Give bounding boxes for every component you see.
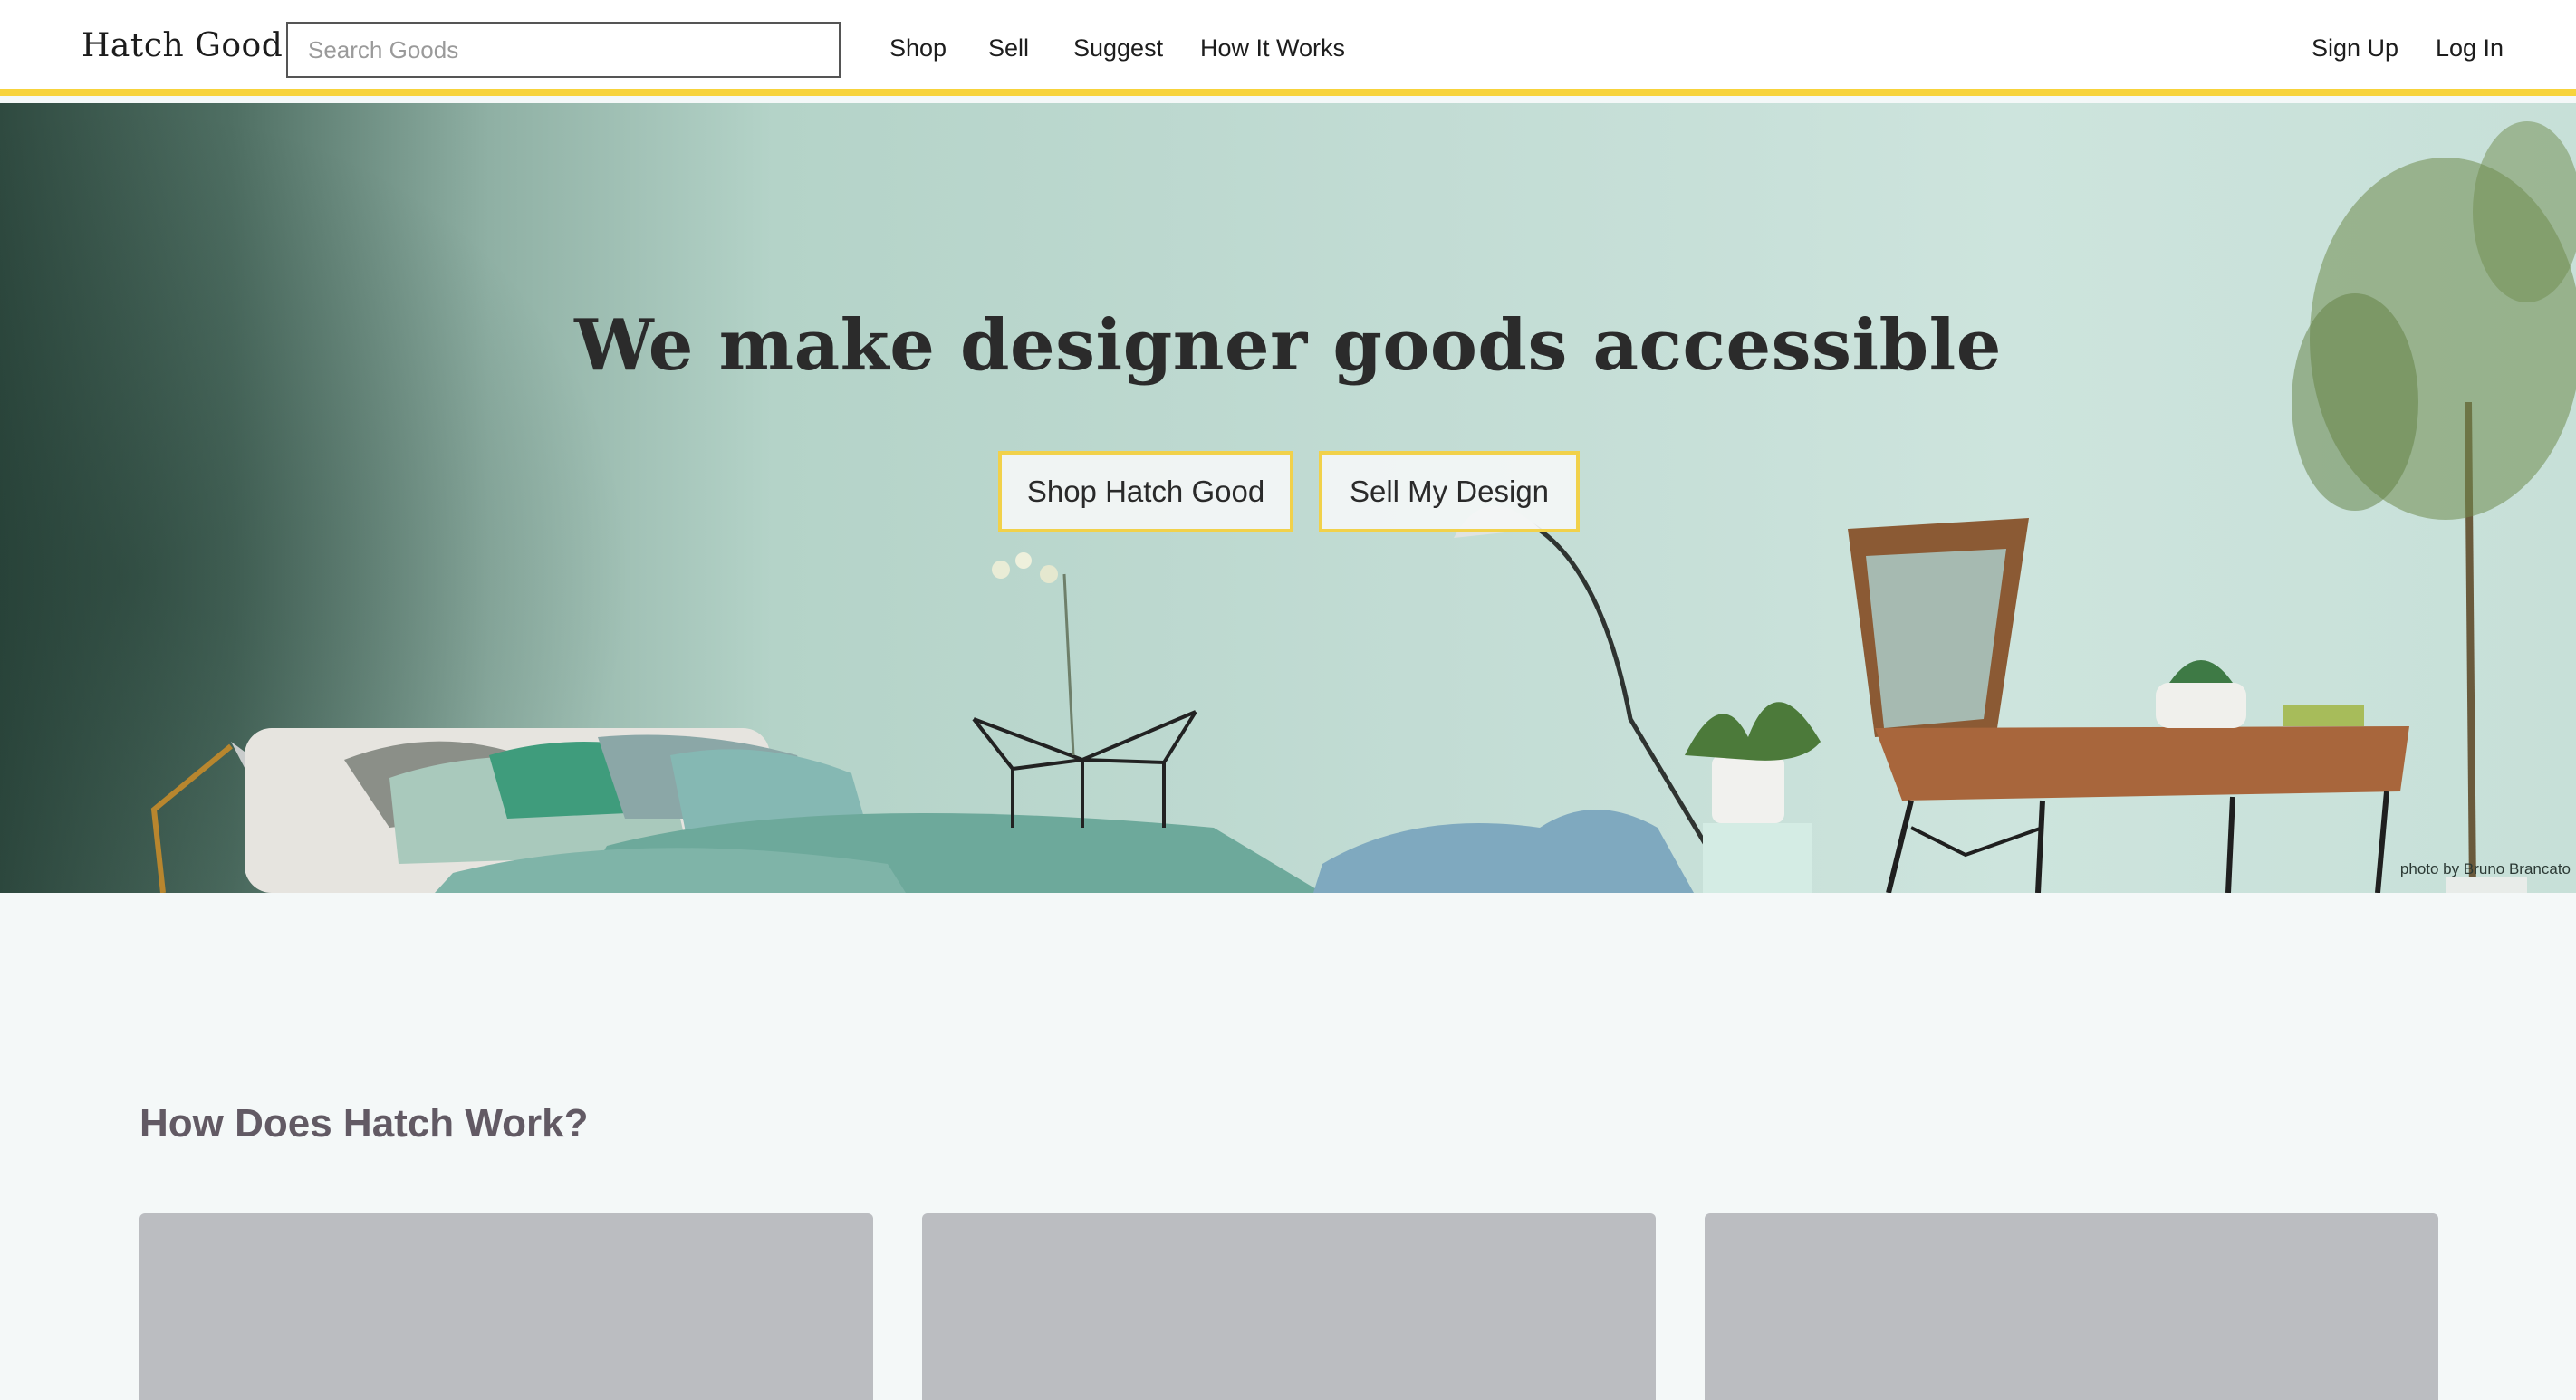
hero-banner: We make designer goods accessible Shop H… bbox=[0, 103, 2576, 893]
nav-how-it-works-link[interactable]: How It Works bbox=[1200, 34, 1345, 62]
log-in-link[interactable]: Log In bbox=[2436, 34, 2504, 62]
how-card-2 bbox=[922, 1213, 1656, 1400]
sell-my-design-button[interactable]: Sell My Design bbox=[1319, 451, 1580, 532]
top-nav: Hatch Good Shop Sell Suggest How It Work… bbox=[0, 0, 2576, 96]
bed bbox=[245, 728, 1322, 893]
sign-up-link[interactable]: Sign Up bbox=[2312, 34, 2398, 62]
wire-side-table bbox=[972, 552, 1197, 828]
hero-headline: We make designer goods accessible bbox=[574, 304, 2002, 387]
search-input[interactable] bbox=[286, 22, 841, 78]
nav-shop-link[interactable]: Shop bbox=[889, 34, 947, 62]
vanity-desk bbox=[1848, 518, 2409, 893]
how-it-works-heading: How Does Hatch Work? bbox=[139, 1101, 589, 1146]
how-card-3 bbox=[1705, 1213, 2438, 1400]
brand-logo[interactable]: Hatch Good bbox=[82, 27, 283, 64]
nav-suggest-link[interactable]: Suggest bbox=[1073, 34, 1163, 62]
shop-hatch-good-button[interactable]: Shop Hatch Good bbox=[998, 451, 1293, 532]
photo-credit: photo by Bruno Brancato bbox=[2399, 860, 2571, 877]
nav-sell-link[interactable]: Sell bbox=[988, 34, 1029, 62]
blue-chair bbox=[1313, 810, 1694, 893]
how-card-1 bbox=[139, 1213, 873, 1400]
potted-plant bbox=[1685, 702, 1821, 893]
